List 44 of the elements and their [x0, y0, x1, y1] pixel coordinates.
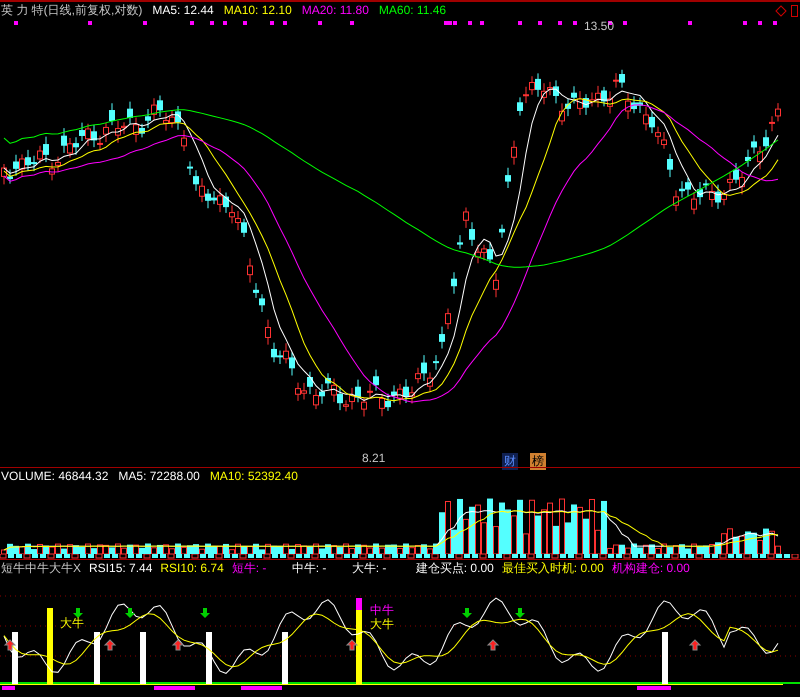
indicator-legend: RSI15: 7.44: [89, 561, 152, 575]
indicator-legend: 建仓买点: 0.00: [416, 560, 494, 576]
finance-badge[interactable]: 财: [502, 453, 518, 470]
indicator-legend: 机构建仓: 0.00: [612, 560, 690, 576]
candlestick: [451, 272, 457, 294]
indicator-legend: 短牛: -: [232, 560, 284, 576]
moving-average-legend: MA10: 12.10: [224, 3, 292, 17]
volume-legend: MA5: 72288.00: [118, 469, 200, 483]
down-arrow-icon: [462, 608, 472, 618]
rectangle-icon[interactable]: [791, 5, 798, 17]
moving-average-legend: MA60: 11.46: [378, 3, 446, 17]
candlestick: [667, 153, 673, 178]
down-arrow-icon: [73, 608, 83, 618]
up-arrow-icon: [104, 639, 116, 650]
up-arrow-icon: [688, 639, 702, 650]
up-arrow-icon: [346, 639, 358, 650]
up-arrow-icon: [172, 639, 184, 650]
candlestick: [493, 272, 499, 298]
up-arrow-icon: [486, 639, 500, 650]
high-price-label: 13.50: [584, 19, 614, 33]
up-arrow-icon: [4, 639, 16, 650]
indicator-legend: 大牛: -: [352, 560, 404, 576]
signal-label: 大牛: [370, 616, 394, 633]
candlestick: [505, 167, 511, 188]
candlestick: [499, 224, 505, 238]
ranking-badge[interactable]: 榜: [530, 453, 546, 470]
moving-average-legend: MA5: 12.44: [152, 3, 214, 17]
candlestick: [511, 140, 517, 166]
candlestick: [457, 234, 463, 250]
indicator-legend: 最佳买入时机: 0.00: [502, 560, 604, 576]
down-arrow-icon: [515, 608, 525, 618]
signal-label: 中牛: [370, 602, 394, 618]
down-arrow-icon: [125, 608, 135, 618]
low-price-label: 8.21: [362, 451, 386, 465]
volume-legend: MA10: 52392.40: [210, 469, 298, 483]
signal-label: 大牛: [60, 615, 84, 632]
chart-title: 英 力 特(日线,前复权,对数): [1, 2, 142, 18]
moving-average-legend: MA20: 11.80: [302, 3, 369, 17]
indicator-legend: RSI10: 6.74: [160, 561, 224, 575]
volume-legend: VOLUME: 46844.32: [1, 469, 108, 483]
indicator-legend: 中牛: -: [292, 560, 344, 576]
indicator-title: 短牛中牛大牛X: [1, 560, 82, 576]
diamond-icon[interactable]: [775, 5, 787, 17]
down-arrow-icon: [200, 608, 210, 618]
